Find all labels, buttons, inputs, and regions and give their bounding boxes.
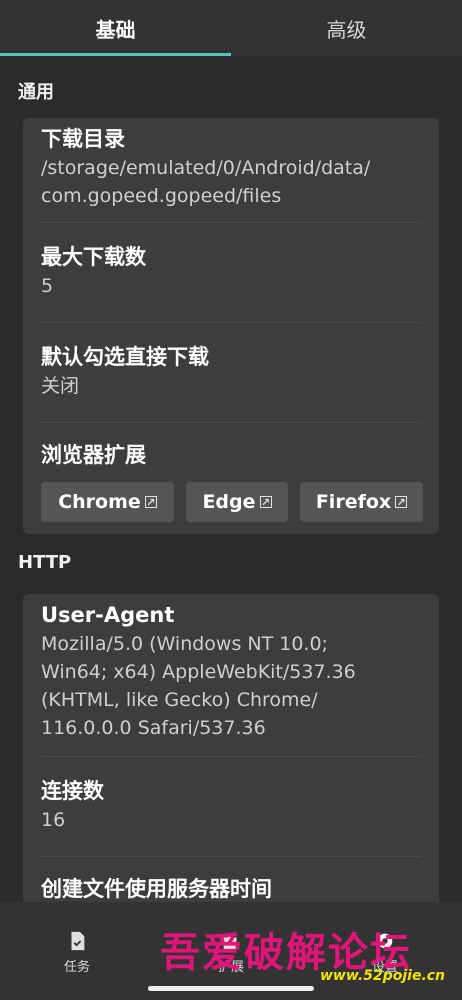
divider xyxy=(41,322,421,323)
setting-user-agent[interactable]: User-Agent Mozilla/5.0 (Windows NT 10.0;… xyxy=(41,600,421,742)
watermark: 吾爱破解论坛 www.52pojie.cn xyxy=(160,920,460,990)
chrome-ext-button[interactable]: Chrome ↗ xyxy=(41,482,174,522)
nav-item-tasks[interactable]: 任务 xyxy=(0,902,154,1000)
setting-browser-ext: 浏览器扩展 xyxy=(41,440,421,470)
tab-advanced[interactable]: 高级 xyxy=(231,0,462,56)
max-downloads-title: 最大下载数 xyxy=(41,245,146,269)
nav-label-tasks: 任务 xyxy=(63,960,90,975)
open-external-icon: ↗ xyxy=(395,495,408,509)
http-card: User-Agent Mozilla/5.0 (Windows NT 10.0;… xyxy=(23,594,439,902)
divider xyxy=(41,422,421,423)
section-title-http: HTTP xyxy=(18,552,72,573)
setting-download-dir[interactable]: 下载目录 /storage/emulated/0/Android/data/ c… xyxy=(41,124,421,210)
edge-ext-button[interactable]: Edge ↗ xyxy=(186,482,288,522)
default-select-title: 默认勾选直接下载 xyxy=(41,345,209,369)
firefox-label: Firefox xyxy=(315,491,392,513)
connections-value: 16 xyxy=(41,809,66,831)
watermark-url: www.52pojie.cn xyxy=(320,968,446,984)
download-dir-value: /storage/emulated/0/Android/data/ com.go… xyxy=(41,157,371,207)
divider xyxy=(41,756,421,757)
browser-ext-buttons: Chrome ↗ Edge ↗ Firefox ↗ xyxy=(41,482,423,522)
general-card: 下载目录 /storage/emulated/0/Android/data/ c… xyxy=(23,118,439,534)
open-external-icon: ↗ xyxy=(259,495,272,509)
browser-ext-title: 浏览器扩展 xyxy=(41,443,146,467)
open-external-icon: ↗ xyxy=(144,495,157,509)
max-downloads-value: 5 xyxy=(41,275,54,297)
download-dir-title: 下载目录 xyxy=(41,127,125,151)
default-select-value: 关闭 xyxy=(41,375,80,397)
top-tab-bar: 基础 高级 xyxy=(0,0,462,56)
divider xyxy=(41,856,421,857)
firefox-ext-button[interactable]: Firefox ↗ xyxy=(300,482,423,522)
user-agent-title: User-Agent xyxy=(41,603,175,627)
connections-title: 连接数 xyxy=(41,779,104,803)
user-agent-value: Mozilla/5.0 (Windows NT 10.0; Win64; x64… xyxy=(41,633,356,739)
section-title-general: 通用 xyxy=(18,82,54,103)
server-time-title: 创建文件使用服务器时间 xyxy=(41,877,272,901)
setting-max-downloads[interactable]: 最大下载数 5 xyxy=(41,242,421,300)
home-indicator xyxy=(148,986,314,991)
divider xyxy=(41,222,421,223)
chrome-label: Chrome xyxy=(58,491,141,513)
setting-default-select[interactable]: 默认勾选直接下载 关闭 xyxy=(41,342,421,400)
task-icon xyxy=(71,931,85,951)
setting-server-time[interactable]: 创建文件使用服务器时间 xyxy=(41,874,421,902)
setting-connections[interactable]: 连接数 16 xyxy=(41,776,421,834)
tab-basic[interactable]: 基础 xyxy=(0,0,231,56)
settings-content[interactable]: 通用 下载目录 /storage/emulated/0/Android/data… xyxy=(0,56,462,902)
edge-label: Edge xyxy=(202,491,256,513)
